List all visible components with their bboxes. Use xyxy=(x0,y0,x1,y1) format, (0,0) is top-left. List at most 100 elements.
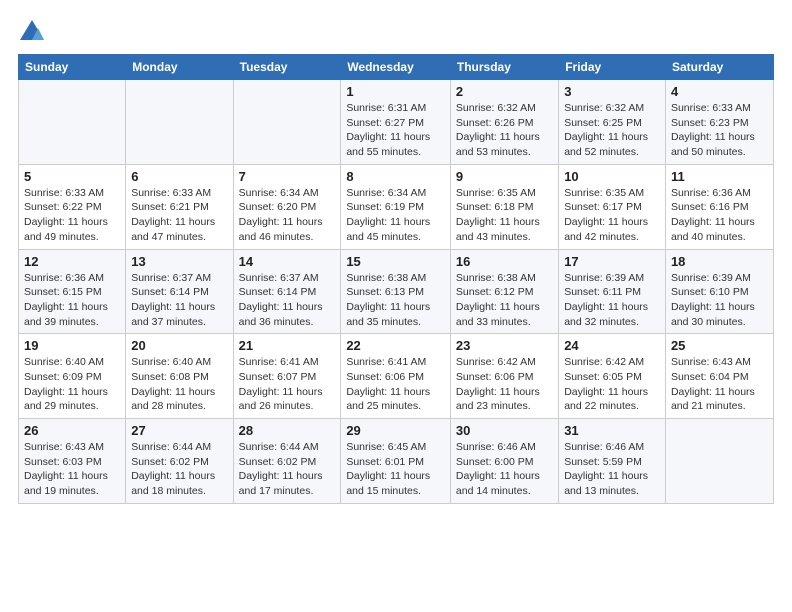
logo-icon xyxy=(18,18,46,46)
calendar-cell: 25 Sunrise: 6:43 AM Sunset: 6:04 PM Dayli… xyxy=(665,334,773,419)
calendar-cell xyxy=(665,419,773,504)
calendar-cell: 8 Sunrise: 6:34 AM Sunset: 6:19 PM Daylig… xyxy=(341,164,451,249)
day-number: 15 xyxy=(346,254,445,269)
calendar-cell: 13Sunrise: 6:37 AM Sunset: 6:14 PM Dayli… xyxy=(126,249,233,334)
calendar-table: SundayMondayTuesdayWednesdayThursdayFrid… xyxy=(18,54,774,504)
calendar-cell xyxy=(19,80,126,165)
day-number: 12 xyxy=(24,254,120,269)
day-number: 28 xyxy=(239,423,336,438)
calendar-cell: 24 Sunrise: 6:42 AM Sunset: 6:05 PM Dayli… xyxy=(559,334,666,419)
day-info: Sunrise: 6:34 AM Sunset: 6:19 PM Dayligh… xyxy=(346,186,445,245)
day-info: Sunrise: 6:37 AM Sunset: 6:14 PM Dayligh… xyxy=(131,271,227,330)
day-info: Sunrise: 6:39 AM Sunset: 6:11 PM Dayligh… xyxy=(564,271,660,330)
calendar-cell: 4 Sunrise: 6:33 AM Sunset: 6:23 PM Daylig… xyxy=(665,80,773,165)
day-number: 3 xyxy=(564,84,660,99)
day-info: Sunrise: 6:36 AM Sunset: 6:15 PM Dayligh… xyxy=(24,271,120,330)
calendar-cell: 9Sunrise: 6:35 AM Sunset: 6:18 PM Daylig… xyxy=(450,164,558,249)
day-number: 27 xyxy=(131,423,227,438)
calendar-cell: 1 Sunrise: 6:31 AM Sunset: 6:27 PM Daylig… xyxy=(341,80,451,165)
weekday-header-sunday: Sunday xyxy=(19,55,126,80)
calendar-cell: 30 Sunrise: 6:46 AM Sunset: 6:00 PM Dayli… xyxy=(450,419,558,504)
calendar-cell: 12 Sunrise: 6:36 AM Sunset: 6:15 PM Dayli… xyxy=(19,249,126,334)
day-info: Sunrise: 6:32 AM Sunset: 6:26 PM Dayligh… xyxy=(456,101,553,160)
day-info: Sunrise: 6:36 AM Sunset: 6:16 PM Dayligh… xyxy=(671,186,768,245)
calendar-cell: 18 Sunrise: 6:39 AM Sunset: 6:10 PM Dayli… xyxy=(665,249,773,334)
calendar-cell: 22 Sunrise: 6:41 AM Sunset: 6:06 PM Dayli… xyxy=(341,334,451,419)
day-number: 2 xyxy=(456,84,553,99)
day-number: 6 xyxy=(131,169,227,184)
weekday-header-monday: Monday xyxy=(126,55,233,80)
day-number: 7 xyxy=(239,169,336,184)
day-number: 19 xyxy=(24,338,120,353)
calendar-cell: 28 Sunrise: 6:44 AM Sunset: 6:02 PM Dayli… xyxy=(233,419,341,504)
weekday-header-saturday: Saturday xyxy=(665,55,773,80)
day-info: Sunrise: 6:38 AM Sunset: 6:12 PM Dayligh… xyxy=(456,271,553,330)
calendar-cell: 26Sunrise: 6:43 AM Sunset: 6:03 PM Dayli… xyxy=(19,419,126,504)
day-info: Sunrise: 6:41 AM Sunset: 6:07 PM Dayligh… xyxy=(239,355,336,414)
day-number: 14 xyxy=(239,254,336,269)
day-info: Sunrise: 6:42 AM Sunset: 6:05 PM Dayligh… xyxy=(564,355,660,414)
day-info: Sunrise: 6:43 AM Sunset: 6:04 PM Dayligh… xyxy=(671,355,768,414)
calendar-cell: 21 Sunrise: 6:41 AM Sunset: 6:07 PM Dayli… xyxy=(233,334,341,419)
day-info: Sunrise: 6:34 AM Sunset: 6:20 PM Dayligh… xyxy=(239,186,336,245)
calendar-week-5: 26Sunrise: 6:43 AM Sunset: 6:03 PM Dayli… xyxy=(19,419,774,504)
day-info: Sunrise: 6:33 AM Sunset: 6:22 PM Dayligh… xyxy=(24,186,120,245)
calendar-cell: 3 Sunrise: 6:32 AM Sunset: 6:25 PM Daylig… xyxy=(559,80,666,165)
day-number: 10 xyxy=(564,169,660,184)
calendar-cell: 15 Sunrise: 6:38 AM Sunset: 6:13 PM Dayli… xyxy=(341,249,451,334)
day-number: 30 xyxy=(456,423,553,438)
day-number: 11 xyxy=(671,169,768,184)
calendar-cell: 16 Sunrise: 6:38 AM Sunset: 6:12 PM Dayli… xyxy=(450,249,558,334)
day-info: Sunrise: 6:46 AM Sunset: 6:00 PM Dayligh… xyxy=(456,440,553,499)
day-number: 21 xyxy=(239,338,336,353)
calendar-week-4: 19Sunrise: 6:40 AM Sunset: 6:09 PM Dayli… xyxy=(19,334,774,419)
day-number: 23 xyxy=(456,338,553,353)
day-info: Sunrise: 6:37 AM Sunset: 6:14 PM Dayligh… xyxy=(239,271,336,330)
day-number: 8 xyxy=(346,169,445,184)
calendar-cell: 5Sunrise: 6:33 AM Sunset: 6:22 PM Daylig… xyxy=(19,164,126,249)
calendar-cell: 14 Sunrise: 6:37 AM Sunset: 6:14 PM Dayli… xyxy=(233,249,341,334)
day-info: Sunrise: 6:44 AM Sunset: 6:02 PM Dayligh… xyxy=(131,440,227,499)
day-info: Sunrise: 6:39 AM Sunset: 6:10 PM Dayligh… xyxy=(671,271,768,330)
day-number: 1 xyxy=(346,84,445,99)
calendar-week-2: 5Sunrise: 6:33 AM Sunset: 6:22 PM Daylig… xyxy=(19,164,774,249)
calendar-body: 1 Sunrise: 6:31 AM Sunset: 6:27 PM Daylig… xyxy=(19,80,774,504)
day-info: Sunrise: 6:41 AM Sunset: 6:06 PM Dayligh… xyxy=(346,355,445,414)
calendar-cell: 20 Sunrise: 6:40 AM Sunset: 6:08 PM Dayli… xyxy=(126,334,233,419)
weekday-header-row: SundayMondayTuesdayWednesdayThursdayFrid… xyxy=(19,55,774,80)
calendar-cell: 23Sunrise: 6:42 AM Sunset: 6:06 PM Dayli… xyxy=(450,334,558,419)
calendar-cell: 31Sunrise: 6:46 AM Sunset: 5:59 PM Dayli… xyxy=(559,419,666,504)
day-info: Sunrise: 6:31 AM Sunset: 6:27 PM Dayligh… xyxy=(346,101,445,160)
day-info: Sunrise: 6:33 AM Sunset: 6:21 PM Dayligh… xyxy=(131,186,227,245)
day-number: 26 xyxy=(24,423,120,438)
header xyxy=(18,16,774,46)
weekday-header-friday: Friday xyxy=(559,55,666,80)
day-info: Sunrise: 6:40 AM Sunset: 6:08 PM Dayligh… xyxy=(131,355,227,414)
calendar-week-3: 12 Sunrise: 6:36 AM Sunset: 6:15 PM Dayli… xyxy=(19,249,774,334)
day-info: Sunrise: 6:38 AM Sunset: 6:13 PM Dayligh… xyxy=(346,271,445,330)
calendar-week-1: 1 Sunrise: 6:31 AM Sunset: 6:27 PM Daylig… xyxy=(19,80,774,165)
day-number: 24 xyxy=(564,338,660,353)
day-number: 18 xyxy=(671,254,768,269)
logo xyxy=(18,16,48,46)
day-number: 20 xyxy=(131,338,227,353)
day-number: 29 xyxy=(346,423,445,438)
day-info: Sunrise: 6:35 AM Sunset: 6:18 PM Dayligh… xyxy=(456,186,553,245)
day-number: 31 xyxy=(564,423,660,438)
day-number: 16 xyxy=(456,254,553,269)
day-info: Sunrise: 6:32 AM Sunset: 6:25 PM Dayligh… xyxy=(564,101,660,160)
page: SundayMondayTuesdayWednesdayThursdayFrid… xyxy=(0,0,792,612)
calendar-cell: 19Sunrise: 6:40 AM Sunset: 6:09 PM Dayli… xyxy=(19,334,126,419)
weekday-header-thursday: Thursday xyxy=(450,55,558,80)
day-number: 4 xyxy=(671,84,768,99)
calendar-cell xyxy=(233,80,341,165)
calendar-cell: 17Sunrise: 6:39 AM Sunset: 6:11 PM Dayli… xyxy=(559,249,666,334)
weekday-header-wednesday: Wednesday xyxy=(341,55,451,80)
calendar-cell xyxy=(126,80,233,165)
day-number: 25 xyxy=(671,338,768,353)
day-info: Sunrise: 6:33 AM Sunset: 6:23 PM Dayligh… xyxy=(671,101,768,160)
weekday-header-tuesday: Tuesday xyxy=(233,55,341,80)
day-info: Sunrise: 6:35 AM Sunset: 6:17 PM Dayligh… xyxy=(564,186,660,245)
day-info: Sunrise: 6:44 AM Sunset: 6:02 PM Dayligh… xyxy=(239,440,336,499)
day-number: 22 xyxy=(346,338,445,353)
